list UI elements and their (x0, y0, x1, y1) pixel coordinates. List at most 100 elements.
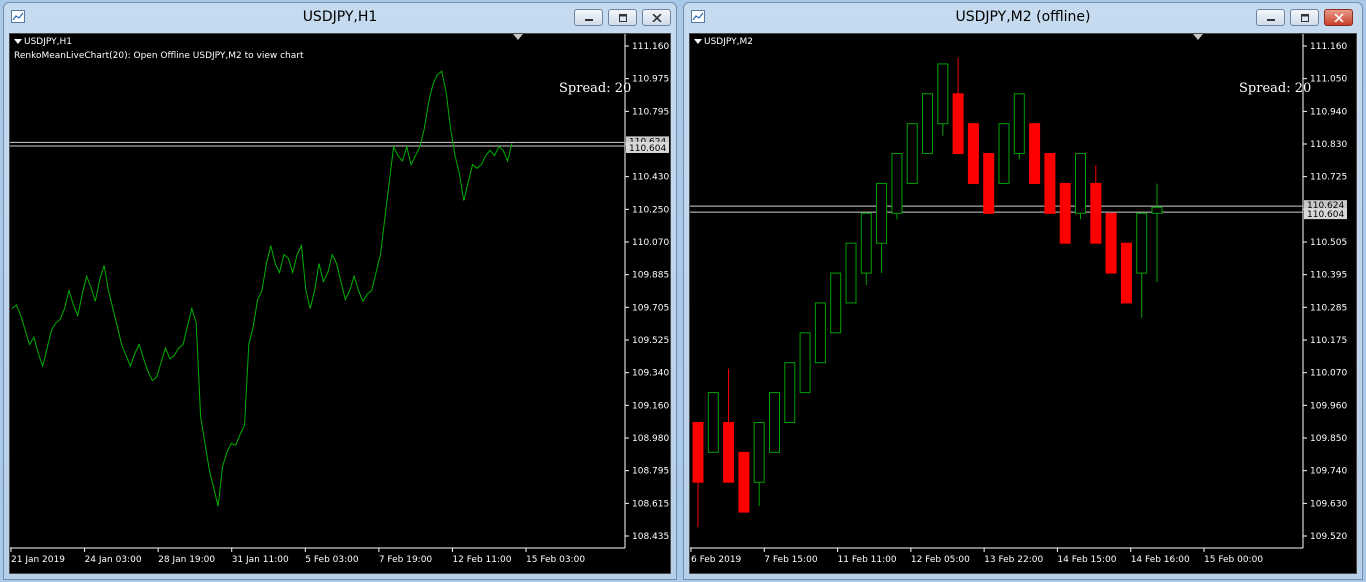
close-button[interactable] (1324, 9, 1353, 26)
price-tick-label: 108.615 (632, 499, 669, 509)
bullish-candle (845, 242, 857, 304)
price-tick-label: 109.850 (1310, 434, 1347, 444)
minimize-icon (1266, 18, 1275, 21)
bullish-candle (769, 392, 780, 453)
price-tick-label: 108.795 (632, 467, 669, 477)
time-tick-label: 7 Feb 15:00 (764, 555, 818, 565)
chart-shift-marker[interactable] (513, 34, 523, 40)
price-tick-label: 110.725 (1310, 173, 1347, 183)
price-tick-label: 110.430 (632, 173, 669, 183)
bullish-candle (1136, 212, 1148, 274)
maximize-button[interactable] (608, 9, 637, 26)
symbol-label: USDJPY,H1 (24, 37, 72, 47)
price-tick-label: 110.395 (1310, 271, 1347, 281)
price-tick-label: 109.340 (632, 369, 669, 379)
symbol-menu-icon[interactable] (14, 39, 22, 44)
spread-label: Spread: (559, 81, 611, 96)
line-chart-h1[interactable]: 111.160110.975110.795110.610110.430110.2… (10, 34, 672, 575)
time-tick-label: 24 Jan 03:00 (85, 555, 142, 565)
bullish-candle (707, 392, 719, 453)
price-tick-label: 110.795 (632, 107, 669, 117)
symbol-menu-icon[interactable] (694, 39, 702, 44)
bullish-candle (1075, 153, 1086, 214)
time-tick-label: 13 Feb 22:00 (984, 555, 1043, 565)
time-tick-label: 11 Feb 11:00 (838, 555, 897, 565)
price-tick-label: 110.070 (1310, 369, 1347, 379)
close-button[interactable] (642, 9, 671, 26)
price-tick-label: 109.960 (1310, 401, 1347, 411)
time-tick-label: 21 Jan 2019 (11, 555, 65, 565)
bullish-candle (753, 421, 765, 483)
price-tick-label: 111.160 (1310, 42, 1347, 52)
bearish-candle (1059, 182, 1071, 244)
chart-area-h1[interactable]: 111.160110.975110.795110.610110.430110.2… (9, 33, 671, 574)
minimize-icon (584, 18, 593, 21)
close-icon (651, 13, 662, 22)
price-tick-label: 109.160 (632, 401, 669, 411)
price-tick-label: 110.830 (1310, 140, 1347, 150)
minimize-button[interactable] (1256, 9, 1285, 26)
price-tick-label: 110.505 (1310, 238, 1347, 248)
maximize-icon (618, 13, 627, 22)
spread-label: Spread: (1239, 81, 1291, 96)
bearish-candle (967, 123, 979, 184)
bearish-candle (692, 421, 704, 483)
bullish-candle (937, 63, 949, 125)
bullish-candle (830, 272, 842, 334)
price-tick-label: 110.940 (1310, 107, 1347, 117)
price-tick-label: 110.175 (1310, 336, 1347, 346)
time-tick-label: 28 Jan 19:00 (158, 555, 215, 565)
maximize-button[interactable] (1290, 9, 1319, 26)
time-tick-label: 15 Feb 00:00 (1204, 555, 1263, 565)
chart-area-m2[interactable]: 111.160 111.050 110.940 110.830 110.725 110.6… (689, 33, 1357, 574)
price-tick-label: 108.435 (632, 532, 669, 542)
bullish-candle (799, 332, 811, 394)
time-tick-label: 15 Feb 03:00 (526, 555, 585, 565)
bullish-candle (1151, 206, 1163, 214)
time-tick-label: 7 Feb 19:00 (379, 555, 433, 565)
chart-window-m2[interactable]: USDJPY,M2 (offline) 111.160 111.050 110.94… (683, 2, 1363, 580)
minimize-button[interactable] (574, 9, 603, 26)
price-tick-label: 109.705 (632, 303, 669, 313)
bullish-candle (876, 182, 888, 244)
spread-value: 20 (614, 81, 632, 96)
bullish-candle (814, 302, 826, 364)
time-tick-label: 6 Feb 2019 (691, 555, 742, 565)
price-tick-label: 109.740 (1310, 467, 1347, 477)
symbol-label: USDJPY,M2 (704, 37, 753, 47)
time-tick-label: 14 Feb 15:00 (1057, 555, 1116, 565)
bearish-candle (952, 93, 964, 155)
price-tick-label: 110.975 (632, 75, 669, 85)
spread-display: Spread: 20 (1239, 81, 1311, 96)
current-price-label: 110.604 (1307, 210, 1344, 220)
chart-window-h1[interactable]: USDJPY,H1 111.160110.975110.795110.61011… (3, 2, 677, 580)
chart-shift-marker[interactable] (1193, 34, 1203, 40)
time-tick-label: 14 Feb 16:00 (1131, 555, 1190, 565)
bullish-candle (922, 93, 933, 155)
time-tick-label: 12 Feb 05:00 (911, 555, 970, 565)
bearish-candle (1090, 182, 1102, 244)
price-tick-label: 111.160 (632, 42, 669, 52)
current-price-label: 110.604 (629, 144, 666, 154)
indicator-label: RenkoMeanLiveChart(20): Open Offline USD… (14, 51, 304, 61)
spread-display: Spread: 20 (559, 81, 631, 96)
bearish-candle (738, 451, 750, 513)
price-tick-label: 110.250 (632, 205, 669, 215)
price-tick-label: 108.980 (632, 434, 669, 444)
bullish-candle (784, 362, 796, 423)
price-tick-label: 111.050 (1310, 75, 1347, 85)
bullish-candle (998, 123, 1010, 184)
title-bar[interactable]: USDJPY,M2 (offline) (684, 3, 1362, 33)
price-tick-label: 110.070 (632, 238, 669, 248)
time-tick-label: 12 Feb 11:00 (452, 555, 511, 565)
candlestick-chart-m2[interactable]: 111.160 111.050 110.940 110.830 110.725 110.6… (690, 34, 1358, 575)
time-tick-label: 31 Jan 11:00 (232, 555, 289, 565)
bearish-candle (983, 153, 995, 214)
bearish-candle (723, 421, 735, 483)
bearish-candle (1029, 123, 1041, 184)
title-bar[interactable]: USDJPY,H1 (4, 3, 676, 33)
time-tick-label: 5 Feb 03:00 (305, 555, 359, 565)
bearish-candle (1044, 153, 1056, 214)
bullish-candle (906, 123, 918, 184)
bearish-candle (1120, 242, 1132, 304)
